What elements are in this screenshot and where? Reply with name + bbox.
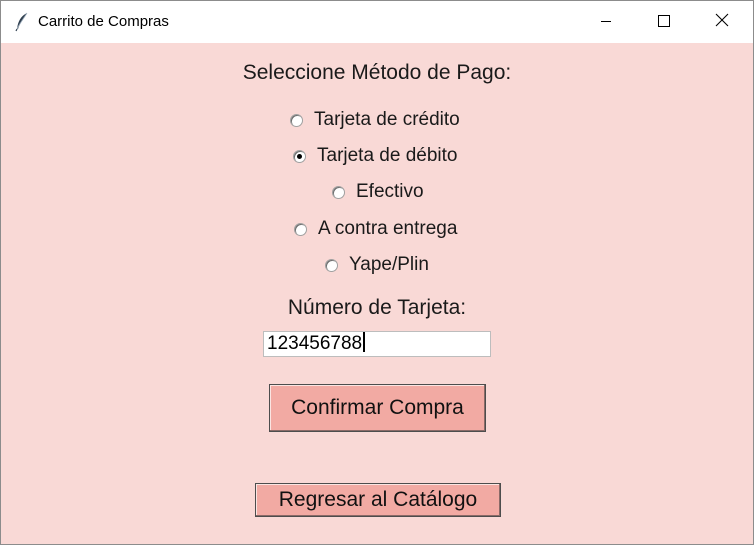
radio-label: Tarjeta de crédito xyxy=(314,109,460,130)
radio-unchecked-icon[interactable] xyxy=(290,113,303,127)
back-to-catalog-button[interactable]: Regresar al Catálogo xyxy=(255,483,501,517)
radio-label: Yape/Plin xyxy=(349,254,429,275)
radio-label: A contra entrega xyxy=(318,218,458,239)
card-number-input[interactable]: 123456788 xyxy=(263,331,491,357)
card-number-value: 123456788 xyxy=(267,333,363,354)
confirm-purchase-button[interactable]: Confirmar Compra xyxy=(269,384,486,432)
app-window: Carrito de Compras Seleccione Método de … xyxy=(0,0,754,545)
radio-yape-plin[interactable]: Yape/Plin xyxy=(325,254,429,276)
checkout-panel: Seleccione Método de Pago: Tarjeta de cr… xyxy=(1,43,753,544)
window-title: Carrito de Compras xyxy=(38,13,169,30)
radio-debit-card[interactable]: Tarjeta de débito xyxy=(293,145,458,167)
minimize-icon xyxy=(600,14,612,31)
maximize-button[interactable] xyxy=(635,1,693,43)
radio-cash[interactable]: Efectivo xyxy=(332,181,424,203)
close-button[interactable] xyxy=(693,1,751,43)
radio-cash-on-delivery[interactable]: A contra entrega xyxy=(294,218,457,240)
close-icon xyxy=(715,13,729,31)
title-bar[interactable]: Carrito de Compras xyxy=(1,1,753,43)
radio-unchecked-icon[interactable] xyxy=(332,185,345,199)
text-caret xyxy=(363,332,366,352)
radio-unchecked-icon[interactable] xyxy=(294,222,307,236)
feather-icon xyxy=(15,12,29,32)
radio-checked-icon[interactable] xyxy=(293,149,306,163)
card-number-label: Número de Tarjeta: xyxy=(287,296,467,319)
maximize-icon xyxy=(658,14,670,31)
payment-method-heading: Seleccione Método de Pago: xyxy=(242,61,512,84)
radio-label: Tarjeta de débito xyxy=(317,145,458,166)
minimize-button[interactable] xyxy=(577,1,635,43)
radio-label: Efectivo xyxy=(356,181,424,202)
radio-unchecked-icon[interactable] xyxy=(325,258,338,272)
radio-credit-card[interactable]: Tarjeta de crédito xyxy=(290,109,460,131)
